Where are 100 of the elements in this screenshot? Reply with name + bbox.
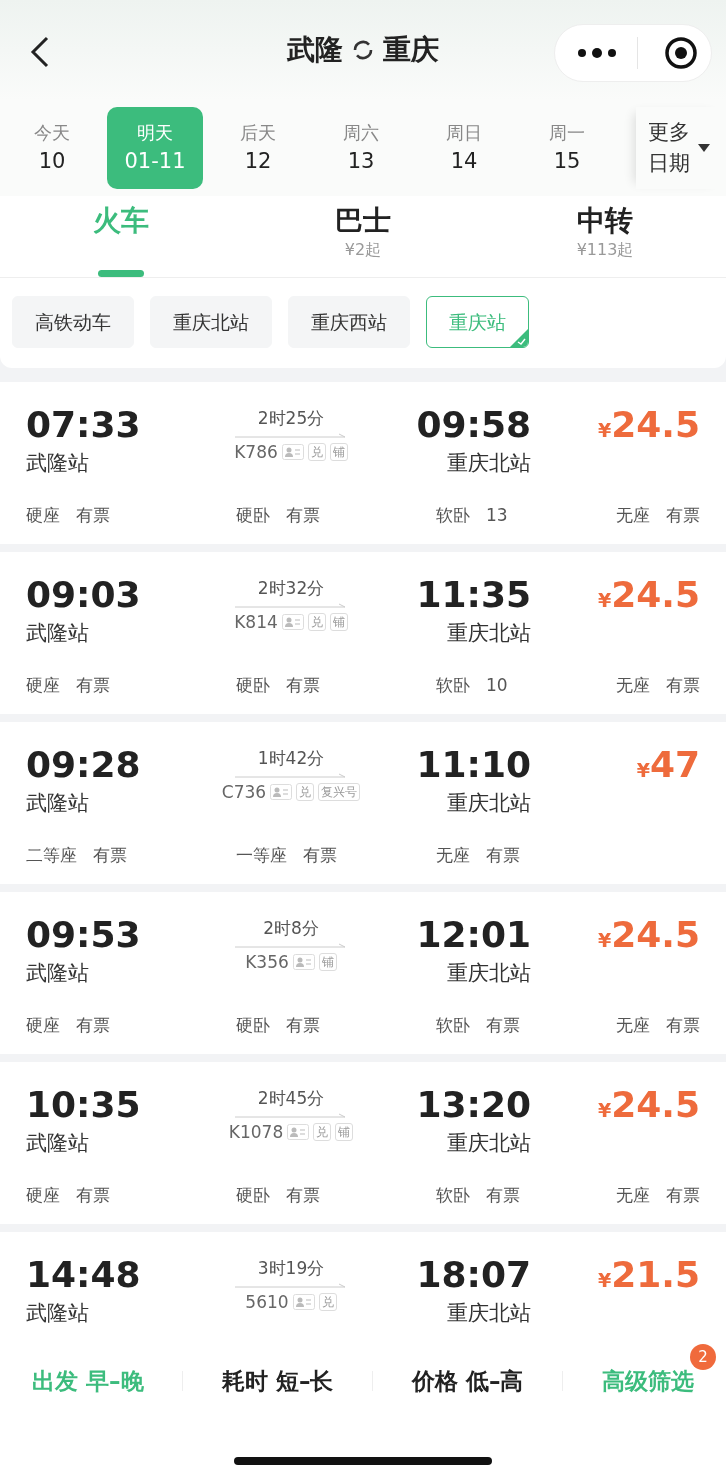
- seat-availability: 有票: [286, 504, 320, 528]
- train-number: C736: [221, 780, 267, 804]
- currency-sign: ¥: [597, 419, 612, 443]
- seat-availability: 有票: [76, 504, 110, 528]
- date-number: 10: [38, 147, 66, 175]
- seat-class: 软卧: [436, 1014, 470, 1038]
- train-card[interactable]: 10:35 武隆站 2时45分 K1078 兑 铺 13:20 重庆北站 ¥24.5 硬座 有票 硬卧 有票 软卧 有票 无座 有票: [0, 1062, 726, 1224]
- currency-sign: ¥: [597, 1099, 612, 1123]
- id-card-icon: [270, 784, 293, 801]
- seat-availability: 有票: [486, 1014, 520, 1038]
- train-tag: 兑: [313, 1123, 332, 1142]
- mode-tab[interactable]: 中转 ¥113起: [484, 196, 726, 277]
- seat-class: 硬卧: [236, 1184, 270, 1208]
- seat-class: 软卧: [436, 674, 470, 698]
- price: 24.5: [611, 1086, 700, 1124]
- train-card[interactable]: 09:03 武隆站 2时32分 K814 兑 铺 11:35 重庆北站 ¥24.5 硬座 有票 硬卧 有票 软卧 10 无座 有票: [0, 552, 726, 714]
- target-icon[interactable]: [664, 36, 698, 70]
- date-tab[interactable]: 周六 13: [313, 107, 409, 189]
- more-dates-button[interactable]: 更多 日期: [636, 107, 726, 189]
- duration: 1时42分: [257, 747, 325, 770]
- arrival-time: 11:35: [416, 576, 531, 614]
- seat-class: 硬卧: [236, 504, 270, 528]
- arrival-time: 12:01: [416, 916, 531, 954]
- seat-availability: 有票: [76, 1184, 110, 1208]
- train-card[interactable]: 14:48 武隆站 3时19分 5610 兑 18:07 重庆北站 ¥21.5: [0, 1232, 726, 1340]
- seat-availability: 有票: [666, 1184, 700, 1208]
- train-tag: 兑: [318, 1293, 337, 1312]
- train-number: K1078: [228, 1120, 284, 1144]
- departure-time: 09:28: [26, 746, 142, 784]
- duration: 2时25分: [257, 407, 325, 430]
- train-tag: 兑: [307, 613, 326, 632]
- train-card[interactable]: 07:33 武隆站 2时25分 K786 兑 铺 09:58 重庆北站 ¥24.5 硬座 有票 硬卧 有票 软卧 13 无座 有票: [0, 382, 726, 544]
- train-number: 5610: [245, 1290, 289, 1314]
- departure-station: 武隆站: [26, 1299, 90, 1327]
- mode-tab[interactable]: 巴士 ¥2起: [242, 196, 484, 277]
- seat-class: 软卧: [436, 504, 470, 528]
- seat-class: 一等座: [236, 844, 287, 868]
- date-number: 15: [553, 147, 581, 175]
- departure-time: 09:53: [26, 916, 142, 954]
- seat-class: 硬座: [26, 1184, 60, 1208]
- swap-icon[interactable]: [351, 38, 375, 62]
- date-tab[interactable]: 周日 14: [416, 107, 512, 189]
- arrival-station: 重庆北站: [447, 1129, 531, 1157]
- arrival-station: 重庆北站: [447, 789, 531, 817]
- station-filter-chip[interactable]: 重庆北站: [150, 296, 272, 348]
- seat-availability: 有票: [666, 674, 700, 698]
- date-number: 13: [347, 147, 375, 175]
- seat-availability: 有票: [286, 1184, 320, 1208]
- dates-label: 日期: [648, 150, 690, 177]
- date-tab[interactable]: 后天 12: [210, 107, 306, 189]
- seat-availability: 有票: [76, 674, 110, 698]
- count-badge: 2: [689, 1344, 716, 1370]
- departure-station: 武隆站: [26, 959, 90, 987]
- seat-class: 无座: [616, 504, 650, 528]
- currency-sign: ¥: [597, 1269, 612, 1293]
- weekday-label: 周一: [549, 120, 585, 145]
- price: 24.5: [611, 916, 700, 954]
- date-tab[interactable]: 今天 10: [4, 107, 100, 189]
- station-filter-chip[interactable]: 重庆西站: [288, 296, 410, 348]
- weekday-label: 后天: [240, 120, 276, 145]
- weekday-label: 明天: [137, 120, 173, 145]
- departure-station: 武隆站: [26, 619, 90, 647]
- departure-station: 武隆站: [26, 449, 90, 477]
- seat-class: 硬卧: [236, 674, 270, 698]
- sort-option[interactable]: 耗时 短–长: [206, 1364, 350, 1399]
- train-tag: 铺: [329, 443, 348, 462]
- arrival-time: 09:58: [416, 406, 531, 444]
- departure-time: 09:03: [26, 576, 142, 614]
- currency-sign: ¥: [636, 759, 650, 783]
- id-card-icon: [281, 614, 304, 631]
- departure-time: 07:33: [26, 406, 142, 444]
- train-card[interactable]: 09:28 武隆站 1时42分 C736 兑 复兴号 11:10 重庆北站 ¥47 二等座 有票 一等座 有票 无座 有票: [0, 722, 726, 884]
- price: 24.5: [611, 576, 700, 614]
- weekday-label: 周六: [343, 120, 379, 145]
- id-card-icon: [292, 954, 315, 971]
- date-tab[interactable]: 周一 15: [519, 107, 615, 189]
- arrival-time: 13:20: [416, 1086, 531, 1124]
- date-number: 14: [450, 147, 478, 175]
- seat-availability: 13: [486, 504, 508, 528]
- seat-class: 无座: [436, 844, 470, 868]
- origin-city: 武隆: [287, 32, 343, 68]
- seat-availability: 有票: [286, 674, 320, 698]
- seat-class: 硬座: [26, 1014, 60, 1038]
- seat-class: 无座: [616, 674, 650, 698]
- seat-availability: 有票: [286, 1014, 320, 1038]
- currency-sign: ¥: [597, 929, 612, 953]
- departure-station: 武隆站: [26, 1129, 90, 1157]
- date-number: 01-11: [124, 147, 186, 175]
- check-icon: [510, 329, 528, 347]
- id-card-icon: [287, 1124, 310, 1141]
- sort-option[interactable]: 价格 低–高: [395, 1364, 540, 1399]
- more-icon[interactable]: [577, 47, 617, 59]
- destination-city: 重庆: [383, 32, 439, 68]
- train-card[interactable]: 09:53 武隆站 2时8分 K356 铺 12:01 重庆北站 ¥24.5 硬座 有票 硬卧 有票 软卧 有票 无座 有票: [0, 892, 726, 1054]
- price: 24.5: [611, 406, 700, 444]
- station-filter-chip[interactable]: 高铁动车: [12, 296, 134, 348]
- arrival-time: 18:07: [416, 1256, 531, 1294]
- back-icon[interactable]: [30, 35, 50, 69]
- seat-availability: 有票: [666, 504, 700, 528]
- weekday-label: 周日: [446, 120, 482, 145]
